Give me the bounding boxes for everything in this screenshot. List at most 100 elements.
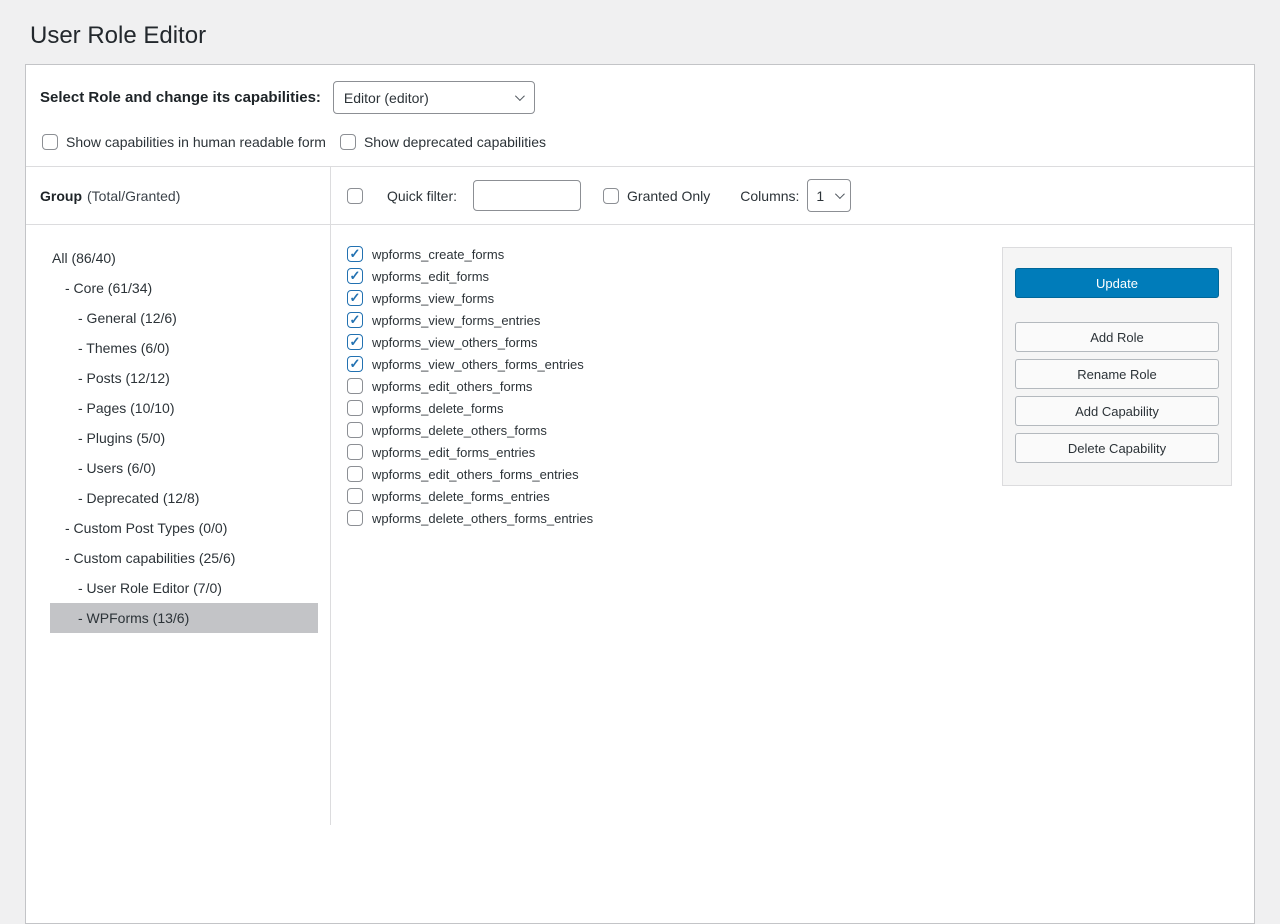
capability-checkbox[interactable]: ✓ [347, 268, 363, 284]
group-item[interactable]: - WPForms (13/6) [50, 603, 318, 633]
group-item[interactable]: - Deprecated (12/8) [50, 483, 318, 513]
rename-role-button[interactable]: Rename Role [1015, 359, 1219, 389]
group-item-label: All (86/40) [52, 250, 116, 266]
capability-checkbox[interactable]: ✓ [347, 312, 363, 328]
capability-checkbox[interactable]: ✓ [347, 510, 363, 526]
capability-checkbox[interactable]: ✓ [347, 400, 363, 416]
group-item-label: - Posts (12/12) [78, 370, 170, 386]
capability-row: ✓ wpforms_edit_others_forms [347, 378, 1002, 394]
capability-label: wpforms_view_others_forms [372, 335, 537, 350]
groups-tree: All (86/40) - Core (61/34) - General (12/6… [26, 225, 331, 825]
group-sublabel: (Total/Granted) [87, 188, 180, 204]
group-item[interactable]: All (86/40) [50, 243, 318, 273]
group-item-label: - Users (6/0) [78, 460, 156, 476]
role-select-row: Select Role and change its capabilities:… [26, 65, 1254, 126]
update-button[interactable]: Update [1015, 268, 1219, 298]
editor-body: All (86/40) - Core (61/34) - General (12/6… [26, 225, 1254, 825]
capability-label: wpforms_delete_forms [372, 401, 504, 416]
group-item[interactable]: - User Role Editor (7/0) [50, 573, 318, 603]
group-item[interactable]: - Core (61/34) [50, 273, 318, 303]
group-item-label: - Pages (10/10) [78, 400, 175, 416]
capability-label: wpforms_view_forms [372, 291, 494, 306]
capability-checkbox[interactable]: ✓ [347, 356, 363, 372]
group-header: Group (Total/Granted) [26, 167, 331, 224]
group-item[interactable]: - Users (6/0) [50, 453, 318, 483]
filter-controls: ✓ Quick filter: ✓ Granted Only Columns: … [331, 167, 1254, 224]
granted-only-checkbox[interactable]: ✓ [603, 188, 619, 204]
group-item-label: - General (12/6) [78, 310, 177, 326]
capability-row: ✓ wpforms_edit_others_forms_entries [347, 466, 1002, 482]
columns-label: Columns: [740, 188, 799, 204]
capability-row: ✓ wpforms_delete_others_forms [347, 422, 1002, 438]
capability-checkbox[interactable]: ✓ [347, 334, 363, 350]
capability-row: ✓ wpforms_view_others_forms_entries [347, 356, 1002, 372]
add-role-button[interactable]: Add Role [1015, 322, 1219, 352]
capability-row: ✓ wpforms_delete_forms_entries [347, 488, 1002, 504]
user-role-editor-panel: Select Role and change its capabilities:… [25, 64, 1255, 924]
delete-capability-button[interactable]: Delete Capability [1015, 433, 1219, 463]
checkmark-icon: ✓ [350, 335, 361, 348]
capability-label: wpforms_edit_others_forms [372, 379, 532, 394]
deprecated-checkbox[interactable]: ✓ [340, 134, 356, 150]
group-item-label: - Core (61/34) [65, 280, 152, 296]
capability-label: wpforms_delete_others_forms_entries [372, 511, 593, 526]
capability-checkbox[interactable]: ✓ [347, 444, 363, 460]
granted-only-label: Granted Only [627, 188, 710, 204]
capability-label: wpforms_create_forms [372, 247, 504, 262]
capability-checkbox[interactable]: ✓ [347, 378, 363, 394]
quick-filter-label: Quick filter: [387, 188, 457, 204]
group-item-label: - Custom Post Types (0/0) [65, 520, 227, 536]
capability-row: ✓ wpforms_edit_forms [347, 268, 1002, 284]
checkmark-icon: ✓ [350, 313, 361, 326]
capability-label: wpforms_view_forms_entries [372, 313, 540, 328]
checkmark-icon: ✓ [350, 291, 361, 304]
group-item-label: - Custom capabilities (25/6) [65, 550, 235, 566]
group-item[interactable]: - Themes (6/0) [50, 333, 318, 363]
group-item[interactable]: - Custom capabilities (25/6) [50, 543, 318, 573]
capability-row: ✓ wpforms_view_forms_entries [347, 312, 1002, 328]
group-item-label: - Plugins (5/0) [78, 430, 165, 446]
human-readable-label: Show capabilities in human readable form [66, 134, 326, 150]
quick-filter-input[interactable] [473, 180, 581, 211]
display-options-row: ✓ Show capabilities in human readable fo… [26, 126, 1254, 166]
filter-header-row: Group (Total/Granted) ✓ Quick filter: ✓ … [26, 166, 1254, 225]
capability-checkbox[interactable]: ✓ [347, 290, 363, 306]
group-item-label: - Themes (6/0) [78, 340, 170, 356]
capabilities-area: ✓ wpforms_create_forms ✓ wpforms_edit_fo… [331, 225, 1254, 825]
columns-select[interactable]: 1 [807, 179, 851, 212]
group-item[interactable]: - Plugins (5/0) [50, 423, 318, 453]
capability-row: ✓ wpforms_view_others_forms [347, 334, 1002, 350]
columns-select-value: 1 [816, 188, 824, 204]
deprecated-label: Show deprecated capabilities [364, 134, 546, 150]
capability-row: ✓ wpforms_view_forms [347, 290, 1002, 306]
capability-checkbox[interactable]: ✓ [347, 246, 363, 262]
add-capability-button[interactable]: Add Capability [1015, 396, 1219, 426]
deprecated-option: ✓ Show deprecated capabilities [340, 134, 546, 150]
group-item-label: - User Role Editor (7/0) [78, 580, 222, 596]
capability-row: ✓ wpforms_delete_others_forms_entries [347, 510, 1002, 526]
capability-row: ✓ wpforms_edit_forms_entries [347, 444, 1002, 460]
group-label: Group [40, 188, 82, 204]
group-item[interactable]: - General (12/6) [50, 303, 318, 333]
capability-label: wpforms_view_others_forms_entries [372, 357, 584, 372]
capability-label: wpforms_edit_others_forms_entries [372, 467, 579, 482]
capability-label: wpforms_edit_forms [372, 269, 489, 284]
capability-label: wpforms_edit_forms_entries [372, 445, 535, 460]
group-item[interactable]: - Custom Post Types (0/0) [50, 513, 318, 543]
chevron-down-icon [835, 189, 845, 199]
capability-checkbox[interactable]: ✓ [347, 466, 363, 482]
human-readable-checkbox[interactable]: ✓ [42, 134, 58, 150]
role-select[interactable]: Editor (editor) [333, 81, 535, 114]
capability-label: wpforms_delete_others_forms [372, 423, 547, 438]
group-item[interactable]: - Pages (10/10) [50, 393, 318, 423]
group-item[interactable]: - Posts (12/12) [50, 363, 318, 393]
actions-panel: Update Add Role Rename Role Add Capabili… [1002, 247, 1232, 486]
select-all-checkbox[interactable]: ✓ [347, 188, 363, 204]
checkmark-icon: ✓ [350, 269, 361, 282]
capability-checkbox[interactable]: ✓ [347, 488, 363, 504]
capability-row: ✓ wpforms_create_forms [347, 246, 1002, 262]
capability-checkbox[interactable]: ✓ [347, 422, 363, 438]
capability-row: ✓ wpforms_delete_forms [347, 400, 1002, 416]
select-role-label: Select Role and change its capabilities: [40, 89, 321, 106]
group-item-label: - WPForms (13/6) [78, 610, 189, 626]
